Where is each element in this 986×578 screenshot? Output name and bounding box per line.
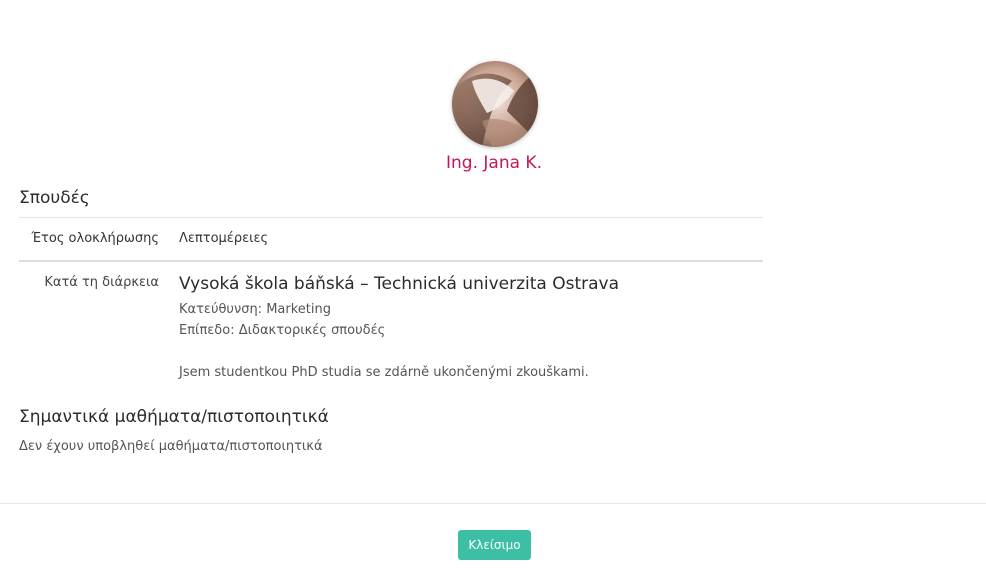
column-header-year: Έτος ολοκλήρωσης bbox=[31, 231, 159, 246]
courses-title: Σημαντικά μαθήματα/πιστοποιητικά bbox=[19, 407, 329, 427]
divider bbox=[19, 260, 763, 262]
study-description: Jsem studentkou PhD studia se zdárně uko… bbox=[179, 365, 589, 380]
column-header-details: Λεπτομέρειες bbox=[179, 231, 269, 246]
courses-empty-text: Δεν έχουν υποβληθεί μαθήματα/πιστοποιητι… bbox=[19, 439, 323, 454]
row-year: Κατά τη διάρκεια bbox=[44, 275, 159, 290]
profile-photo-icon bbox=[452, 61, 538, 147]
school-name: Vysoká škola báňská – Technická univerzi… bbox=[179, 274, 619, 294]
avatar bbox=[452, 61, 538, 147]
modal-footer: Κλείσιμο bbox=[0, 503, 986, 578]
close-button[interactable]: Κλείσιμο bbox=[458, 530, 531, 560]
profile-modal-body: Ing. Jana K. Σπουδές Έτος ολοκλήρωσης Λε… bbox=[0, 0, 986, 503]
divider bbox=[19, 217, 763, 218]
study-field: Κατεύθυνση: Marketing bbox=[179, 302, 331, 317]
profile-name: Ing. Jana K. bbox=[446, 153, 542, 173]
studies-title: Σπουδές bbox=[19, 188, 90, 208]
study-level: Επίπεδο: Διδακτορικές σπουδές bbox=[179, 323, 386, 338]
